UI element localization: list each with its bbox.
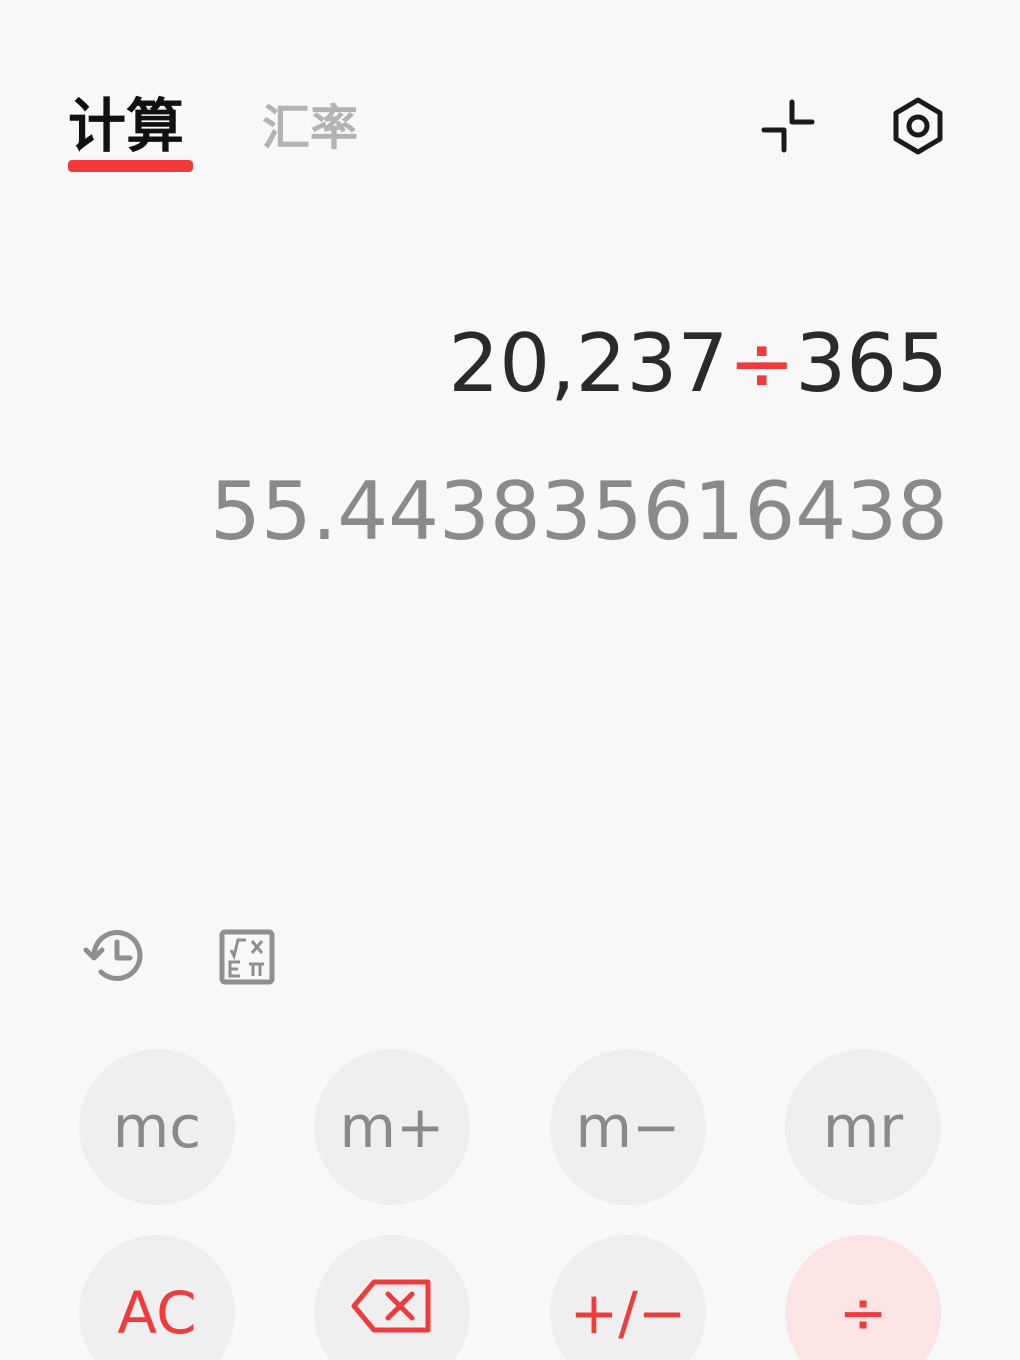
history-icon[interactable] — [80, 920, 152, 992]
expression-operand-right: 365 — [795, 317, 948, 410]
backspace-icon — [350, 1276, 434, 1350]
toggle-sign-key[interactable]: +/− — [550, 1235, 706, 1360]
active-tab-indicator — [68, 160, 193, 172]
result-display: 55.443835616438 — [209, 465, 948, 558]
expression-operand-left: 20,237 — [448, 317, 729, 410]
expression-display: 20,237÷365 — [448, 318, 948, 410]
memory-add-key[interactable]: m+ — [314, 1049, 470, 1205]
expression-operator: ÷ — [728, 317, 796, 410]
tab-calculate[interactable]: 计算 — [68, 88, 184, 164]
tab-exchange-rate[interactable]: 汇率 — [262, 96, 358, 160]
all-clear-key[interactable]: AC — [79, 1235, 235, 1360]
settings-icon[interactable] — [886, 94, 950, 158]
scientific-mode-icon[interactable] — [212, 922, 284, 994]
calculator-screen: 计算 汇率 20,237÷365 55.443835616438 mc m+ m… — [0, 0, 1020, 1360]
collapse-icon[interactable] — [756, 94, 820, 158]
memory-recall-key[interactable]: mr — [785, 1049, 941, 1205]
divide-key[interactable]: ÷ — [785, 1235, 941, 1360]
backspace-key[interactable] — [314, 1235, 470, 1360]
memory-subtract-key[interactable]: m− — [550, 1049, 706, 1205]
memory-clear-key[interactable]: mc — [79, 1049, 235, 1205]
